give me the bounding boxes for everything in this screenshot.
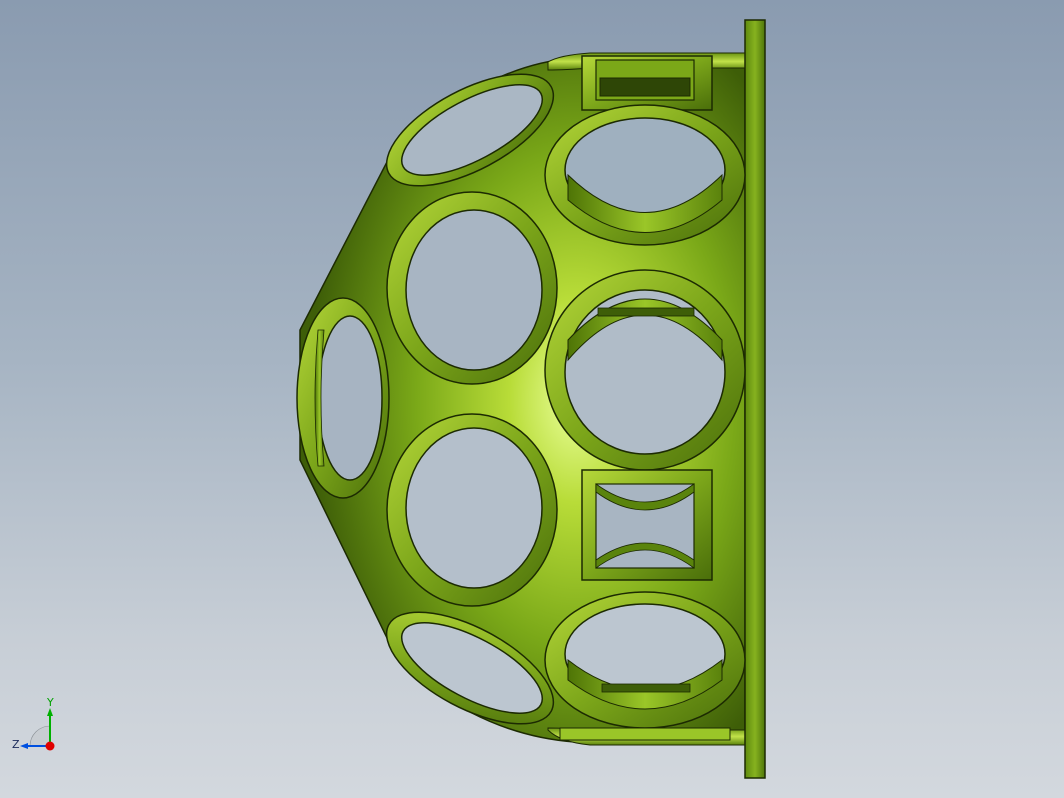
opening-middle-upper — [386, 191, 558, 385]
triad-y-arrow-icon — [47, 708, 53, 716]
opening-right-top-square — [581, 55, 713, 111]
triad-x-axis-dot-icon — [45, 741, 55, 751]
coordinate-triad: Y Z — [12, 696, 55, 751]
graphics-viewport[interactable]: Y Z — [0, 0, 1064, 798]
opening-right-lower-square — [581, 469, 713, 581]
opening-right-middle — [544, 269, 746, 471]
bottom-rim-slot — [559, 727, 731, 741]
triad-y-label: Y — [46, 696, 54, 709]
flange-plate — [744, 19, 766, 779]
triad-z-label: Z — [12, 738, 20, 751]
triad-z-arrow-icon — [20, 743, 28, 749]
opening-right-bottom — [544, 591, 746, 729]
opening-left-end — [296, 297, 390, 499]
dome-part-model[interactable] — [0, 0, 1064, 798]
opening-right-upper — [544, 104, 746, 246]
opening-middle-lower — [386, 413, 558, 607]
